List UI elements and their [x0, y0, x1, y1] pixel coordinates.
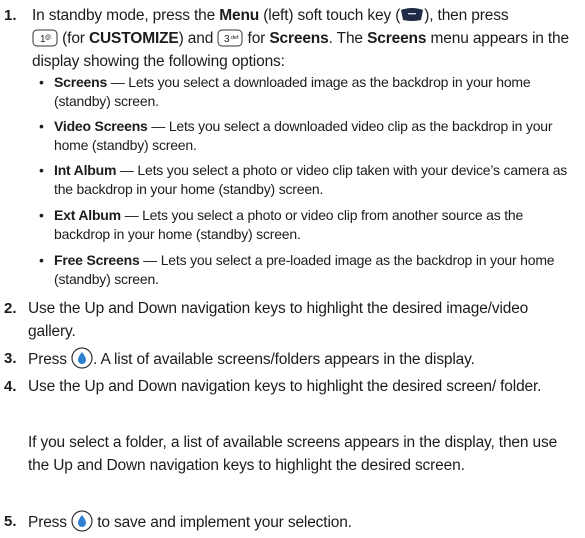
svg-text:def: def	[231, 35, 239, 41]
step-note: If you select a folder, a list of availa…	[28, 434, 558, 474]
step-1: 1. In standby mode, press the Menu (left…	[0, 4, 585, 70]
bullet: •	[39, 207, 44, 223]
bullet: •	[39, 252, 44, 268]
instruction-page: 1. In standby mode, press the Menu (left…	[0, 0, 585, 538]
option-desc: — Lets you select a photo or video clip …	[54, 162, 568, 197]
step-2: 2. Use the Up and Down navigation keys t…	[0, 297, 585, 345]
step-text: In standby mode, press the Menu (left) s…	[32, 7, 569, 70]
ok-key-icon	[71, 347, 93, 369]
option-desc: — Lets you select a photo or video clip …	[54, 207, 524, 242]
step-3: 3. Press . A list of available screens/f…	[0, 347, 585, 371]
step-number: 5.	[4, 513, 17, 530]
key-3-icon: 3 def	[217, 29, 243, 47]
svg-text:3: 3	[224, 34, 230, 45]
step-5: 5. Press to save and implement your sele…	[0, 510, 585, 536]
list-item-ext-album: • Ext Album — Lets you select a photo or…	[38, 206, 579, 244]
list-item-screens: • Screens — Lets you select a downloaded…	[38, 73, 579, 111]
step-number: 2.	[4, 300, 17, 317]
bullet: •	[39, 74, 44, 90]
svg-text:@.: @.	[45, 35, 53, 41]
menu-softkey-icon	[401, 8, 424, 21]
option-term: Ext Album	[54, 207, 121, 223]
option-term: Screens	[54, 74, 108, 90]
step-text: Press . A list of available screens/fold…	[28, 347, 579, 371]
key-1-icon: 1 @.	[32, 29, 58, 47]
step-4: 4. Use the Up and Down navigation keys t…	[0, 375, 585, 505]
option-desc: — Lets you select a downloaded image as …	[54, 74, 531, 109]
step-number: 4.	[4, 378, 17, 395]
step-number: 3.	[4, 350, 17, 367]
ok-key-icon	[71, 510, 93, 532]
bullet: •	[39, 162, 44, 178]
list-item-free-screens: • Free Screens — Lets you select a pre-l…	[38, 251, 579, 289]
list-item-int-album: • Int Album — Lets you select a photo or…	[38, 161, 579, 199]
step-text: Use the Up and Down navigation keys to h…	[28, 300, 529, 340]
option-term: Video Screens	[54, 118, 148, 134]
option-term: Int Album	[54, 162, 117, 178]
step-text: Use the Up and Down navigation keys to h…	[28, 378, 542, 395]
list-item-video-screens: • Video Screens — Lets you select a down…	[38, 117, 579, 155]
bullet: •	[39, 118, 44, 134]
step-text: Press to save and implement your selecti…	[28, 510, 579, 534]
step-number: 1.	[4, 7, 17, 24]
option-term: Free Screens	[54, 252, 140, 268]
